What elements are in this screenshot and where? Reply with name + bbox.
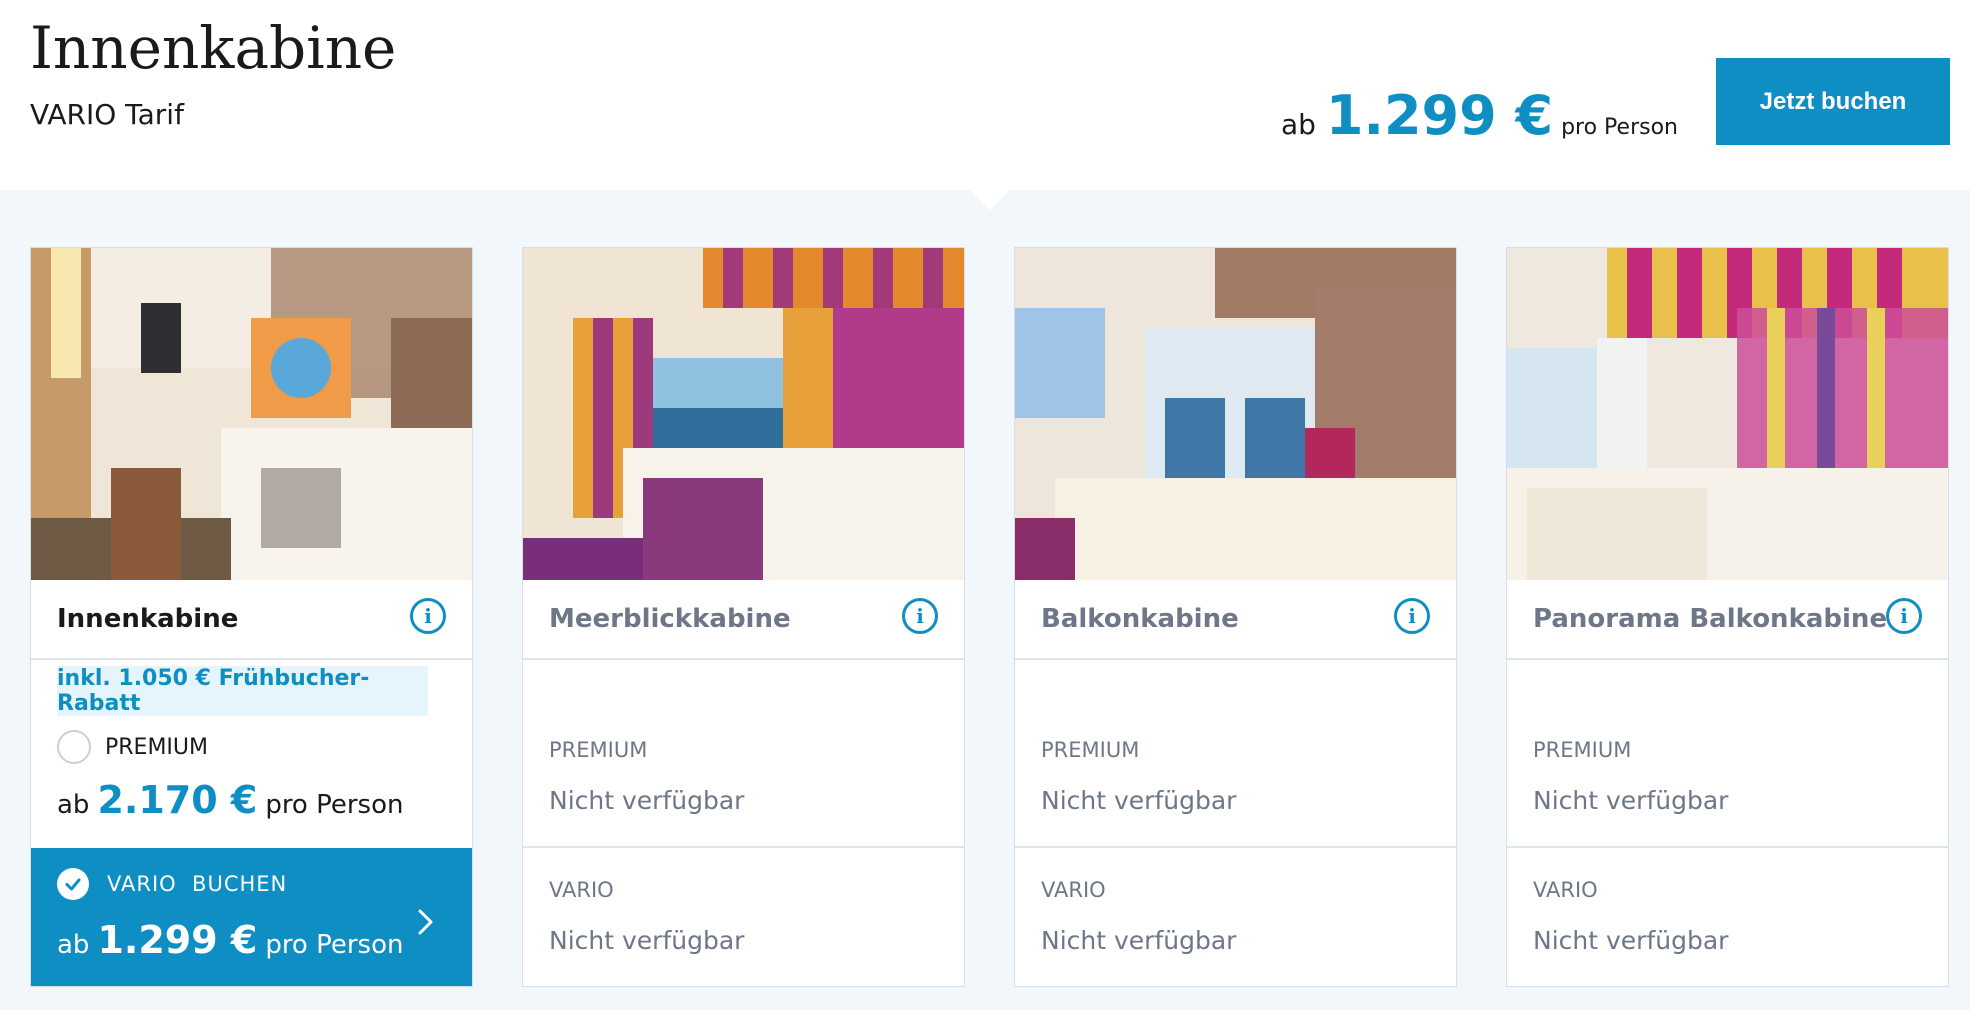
cabin-name: Meerblickkabine xyxy=(549,604,791,634)
premium-price: ab 2.170 € pro Person xyxy=(57,778,403,822)
cabin-photo xyxy=(523,248,964,580)
cabin-card-balkonkabine[interactable]: Balkonkabine i PREMIUM Nicht verfügbar V… xyxy=(1014,247,1457,987)
price-suffix: pro Person xyxy=(265,930,404,960)
vario-availability: Nicht verfügbar xyxy=(1041,926,1237,955)
header: Innenkabine VARIO Tarif ab 1.299 € pro P… xyxy=(0,0,1970,190)
vario-section: VARIO Nicht verfügbar xyxy=(523,848,964,986)
vario-label: VARIO xyxy=(1533,878,1598,902)
cabin-card-innenkabine[interactable]: Innenkabine i inkl. 1.050 € Frühbucher-R… xyxy=(30,247,473,987)
cabin-photo xyxy=(1507,248,1948,580)
vario-label: VARIO xyxy=(549,878,614,902)
vario-label: VARIO xyxy=(1041,878,1106,902)
early-booking-discount-badge: inkl. 1.050 € Frühbucher-Rabatt xyxy=(57,666,428,716)
vario-section: VARIO Nicht verfügbar xyxy=(1507,848,1948,986)
vario-availability: Nicht verfügbar xyxy=(549,926,745,955)
premium-section: PREMIUM Nicht verfügbar xyxy=(1507,660,1948,846)
header-price: ab 1.299 € pro Person xyxy=(1281,84,1678,147)
vario-price: ab 1.299 € pro Person xyxy=(57,918,403,962)
premium-section: PREMIUM Nicht verfügbar xyxy=(1015,660,1456,846)
premium-radio[interactable] xyxy=(57,730,91,764)
cabin-photo xyxy=(1015,248,1456,580)
cabin-name-row: Balkonkabine i xyxy=(1015,580,1456,660)
check-icon xyxy=(57,868,89,900)
info-icon[interactable]: i xyxy=(1886,598,1922,634)
premium-availability: Nicht verfügbar xyxy=(1041,786,1237,815)
premium-label: PREMIUM xyxy=(549,738,648,762)
cabin-card-meerblickkabine[interactable]: Meerblickkabine i PREMIUM Nicht verfügba… xyxy=(522,247,965,987)
info-icon[interactable]: i xyxy=(1394,598,1430,634)
price-amount: 2.170 € xyxy=(97,778,258,822)
vario-section: VARIO Nicht verfügbar xyxy=(1015,848,1456,986)
price-suffix: pro Person xyxy=(1561,115,1678,140)
vario-availability: Nicht verfügbar xyxy=(1533,926,1729,955)
cabin-name: Panorama Balkonkabine xyxy=(1533,604,1888,634)
tariff-subtitle: VARIO Tarif xyxy=(30,98,184,131)
cabin-name: Balkonkabine xyxy=(1041,604,1239,634)
vario-label: VARIO BUCHEN xyxy=(107,872,288,896)
price-prefix: ab xyxy=(57,790,90,820)
page-title: Innenkabine xyxy=(30,14,397,82)
price-suffix: pro Person xyxy=(265,790,404,820)
price-prefix: ab xyxy=(57,930,90,960)
price-prefix: ab xyxy=(1280,108,1316,141)
header-notch xyxy=(970,190,1010,210)
chevron-right-icon xyxy=(416,904,436,945)
premium-label: PREMIUM xyxy=(1041,738,1140,762)
cabin-photo xyxy=(31,248,472,580)
premium-availability: Nicht verfügbar xyxy=(1533,786,1729,815)
vario-book-option[interactable]: VARIO BUCHEN ab 1.299 € pro Person xyxy=(31,848,472,986)
cabin-name-row: Innenkabine i xyxy=(31,580,472,660)
premium-availability: Nicht verfügbar xyxy=(549,786,745,815)
price-amount: 1.299 € xyxy=(97,918,258,962)
cabin-name-row: Meerblickkabine i xyxy=(523,580,964,660)
cabin-card-panorama-balkonkabine[interactable]: Panorama Balkonkabine i PREMIUM Nicht ve… xyxy=(1506,247,1949,987)
cabin-name: Innenkabine xyxy=(57,604,239,634)
book-now-button[interactable]: Jetzt buchen xyxy=(1716,58,1950,145)
premium-label: PREMIUM xyxy=(1533,738,1632,762)
cabin-name-row: Panorama Balkonkabine i xyxy=(1507,580,1948,660)
premium-section: PREMIUM Nicht verfügbar xyxy=(523,660,964,846)
info-icon[interactable]: i xyxy=(902,598,938,634)
info-icon[interactable]: i xyxy=(410,598,446,634)
premium-label: PREMIUM xyxy=(105,734,209,760)
price-amount: 1.299 € xyxy=(1325,84,1554,147)
premium-option[interactable]: PREMIUM xyxy=(57,730,208,764)
